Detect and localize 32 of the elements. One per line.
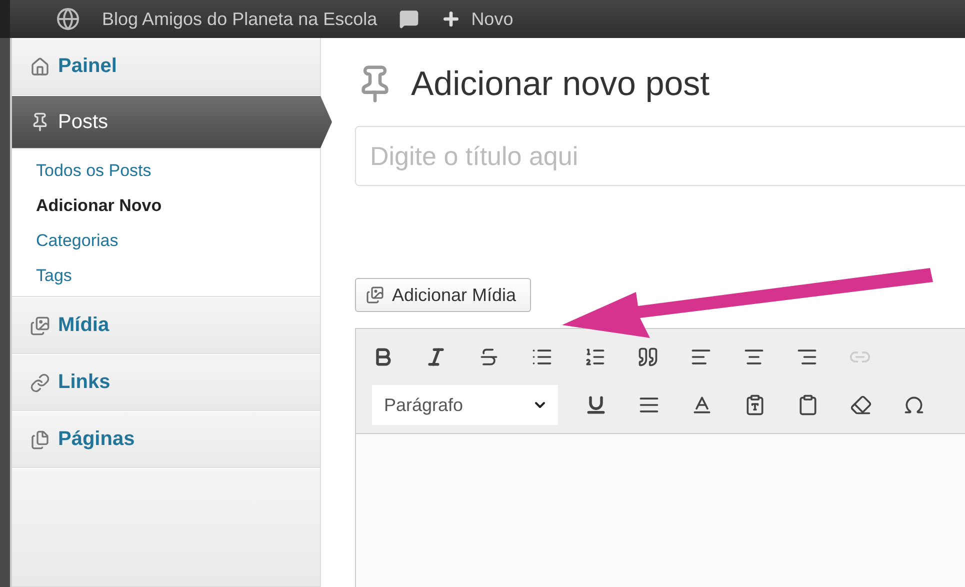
title-field[interactable]: Digite o título aqui	[355, 126, 965, 186]
paste-text-icon[interactable]	[744, 394, 766, 416]
sidebar-item[interactable]: Páginas	[12, 411, 320, 468]
add-media-button[interactable]: Adicionar Mídia	[355, 278, 532, 312]
menu-item-icon	[30, 430, 50, 450]
eraser-icon[interactable]	[850, 394, 872, 416]
strikethrough-icon[interactable]	[478, 346, 500, 368]
comment-icon[interactable]	[399, 9, 420, 29]
site-name-link[interactable]: Blog Amigos do Planeta na Escola	[102, 8, 378, 30]
menu-item-icon	[30, 372, 50, 392]
paste-clipboard-icon[interactable]	[797, 394, 819, 416]
underline-icon[interactable]	[585, 394, 607, 416]
quote-icon[interactable]	[637, 346, 659, 368]
sidebar-item[interactable]: Painel	[12, 38, 320, 95]
menu-item-icon	[30, 56, 50, 76]
sidebar-item[interactable]: Links	[12, 354, 320, 411]
submenu-item[interactable]: Categorias	[36, 231, 320, 251]
numbered-list-icon[interactable]	[584, 346, 606, 368]
new-link[interactable]: Novo	[471, 8, 514, 30]
submenu-item[interactable]: Adicionar Novo	[36, 196, 320, 216]
italic-icon[interactable]	[425, 346, 447, 368]
text-color-icon[interactable]	[691, 394, 713, 416]
plus-icon[interactable]	[441, 9, 462, 29]
submenu-item[interactable]: Todos os Posts	[36, 161, 320, 181]
omega-icon[interactable]	[903, 394, 925, 416]
media-icon	[366, 286, 384, 304]
format-select[interactable]: Parágrafo	[372, 385, 558, 425]
page-title: Adicionar novo post	[411, 64, 710, 104]
menu-item-icon	[30, 316, 50, 336]
sidebar-item[interactable]: Mídia	[12, 297, 320, 354]
submenu-item[interactable]: Tags	[36, 266, 320, 286]
sidebar-item[interactable]: Posts	[12, 95, 332, 149]
